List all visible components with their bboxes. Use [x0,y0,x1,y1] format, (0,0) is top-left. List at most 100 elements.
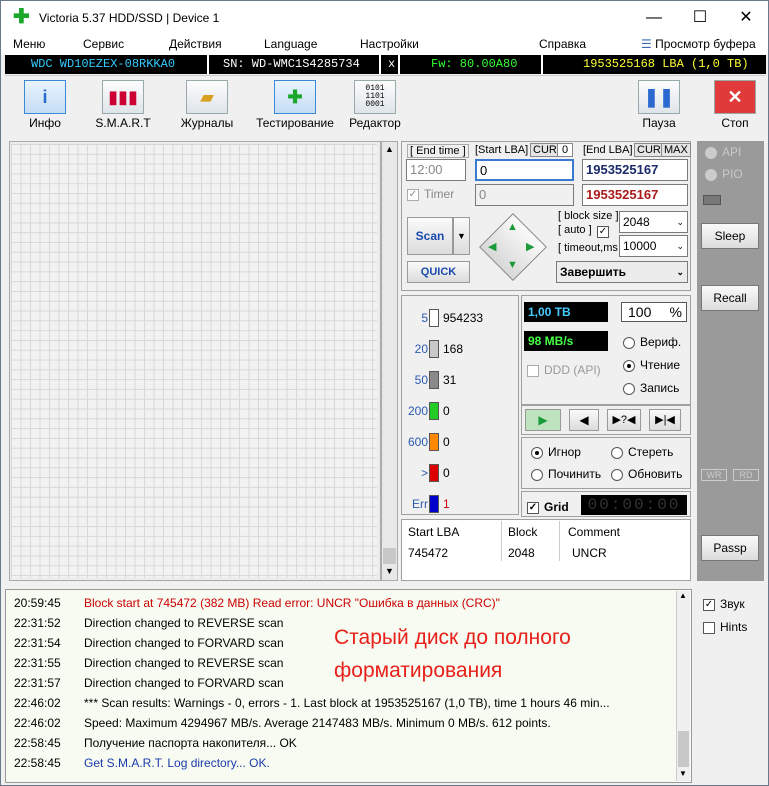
minimize-button[interactable]: — [631,1,677,35]
sleep-button[interactable]: Sleep [701,223,759,249]
start-lba-input[interactable]: 0 [475,159,574,181]
grid-scrollbar[interactable]: ▲ ▼ [381,141,398,581]
scroll-thumb[interactable] [383,548,396,564]
close-button[interactable]: ✕ [723,1,769,35]
scroll-down-icon[interactable]: ▼ [679,769,687,778]
column-divider [559,521,560,561]
direction-pad[interactable]: ▲ ▼ ◀ ▶ [479,213,547,281]
timer-checkbox[interactable]: ✓ [407,188,419,201]
info-tab[interactable]: i Инфо [5,80,85,134]
menu-item-help[interactable]: Справка [539,37,586,51]
log-time: 22:58:45 [14,756,61,770]
block-size-label: [ block size ] [558,210,619,222]
menu-item-menu[interactable]: Меню [13,37,45,51]
table-row-block[interactable]: 2048 [508,546,535,560]
arrow-down-icon[interactable]: ▼ [507,259,518,271]
auto-label: [ auto ] [558,224,592,236]
pio-radio[interactable]: PIO [705,167,743,181]
hints-toggle[interactable]: Hints [703,620,747,634]
log-scrollbar[interactable]: ▲ ▼ [676,591,690,781]
end-lba-label: [End LBA] [583,144,633,156]
read-radio[interactable]: Чтение [623,358,680,372]
timeout-select[interactable]: 10000 ⌄ [619,235,688,257]
ddd-api-toggle[interactable]: DDD (API) [527,363,601,377]
log-line: 22:58:45 Получение паспорта накопителя...… [14,733,297,753]
progress-value: 100 [628,304,652,320]
menu-item-language[interactable]: Language [264,37,317,51]
arrow-up-icon[interactable]: ▲ [507,221,518,233]
ignore-radio[interactable]: Игнор [531,445,581,459]
grid-toggle[interactable]: ✓ Grid [527,500,569,514]
verify-radio[interactable]: Вериф. [623,335,681,349]
smart-tab[interactable]: ▮▮▮ S.M.A.R.T [83,80,163,134]
start-cur-button[interactable]: CUR [530,143,560,157]
arrow-left-icon[interactable]: ◀ [488,240,496,253]
menu-item-service[interactable]: Сервис [83,37,124,51]
write-radio[interactable]: Запись [623,381,679,395]
refresh-radio[interactable]: Обновить [611,467,682,481]
buffer-view-button[interactable]: ☰ Просмотр буфера [641,37,756,51]
testing-tab-label: Тестирование [256,116,334,130]
goto-end-icon: ▶|◀ [655,414,675,426]
menu-item-settings[interactable]: Настройки [360,37,419,51]
reverse-button[interactable]: ◀ [569,409,599,431]
hints-checkbox[interactable] [703,621,715,634]
scan-button[interactable]: Scan [407,217,453,255]
table-row-lba[interactable]: 745472 [408,546,448,560]
log-time: 22:31:57 [14,676,61,690]
scroll-up-icon[interactable]: ▲ [385,144,394,154]
journals-tab[interactable]: ▰ Журналы [167,80,247,134]
editor-tab[interactable]: 0101 1101 0001 Редактор [335,80,415,134]
ignore-radio-dot [531,446,543,459]
divider [379,55,381,74]
log-message: Block start at 745472 (382 MB) Read erro… [84,596,500,610]
skip-button[interactable]: ▶?◀ [607,409,641,431]
firmware: Fw: 80.00A80 [431,57,518,71]
pause-button[interactable]: ❚❚ Пауза [619,80,699,134]
chevron-down-icon: ⌄ [676,217,684,227]
timer-toggle[interactable]: ✓ Timer [407,187,454,201]
testing-tab[interactable]: ✚ Тестирование [250,80,340,134]
list-icon: ☰ [641,37,652,51]
erase-radio[interactable]: Стереть [611,445,673,459]
end-lba-input[interactable]: 1953525167 [582,159,688,181]
scroll-up-icon[interactable]: ▲ [679,591,687,600]
table-row-comment[interactable]: UNCR [572,546,607,560]
finish-action-select[interactable]: Завершить ⌄ [556,261,688,283]
api-radio[interactable]: API [705,145,741,159]
maximize-button[interactable]: ☐ [677,1,723,35]
stop-button[interactable]: ✕ Стоп [695,80,769,134]
sound-toggle[interactable]: ✓ Звук [703,597,745,611]
passport-button[interactable]: Passp [701,535,759,561]
end-time-label: [ End time ] [407,144,469,158]
scroll-thumb[interactable] [678,731,689,767]
play-icon: ▶ [538,413,548,427]
timer-input[interactable]: 0 [475,184,574,206]
block-size-select[interactable]: 2048 ⌄ [619,211,688,233]
progress-percent: 100% [621,302,687,322]
recall-button[interactable]: Recall [701,285,759,311]
folder-icon: ▰ [186,80,228,114]
end-time-input[interactable]: 12:00 [406,159,466,181]
log-line: 22:31:52 Direction changed to REVERSE sca… [14,613,283,633]
sound-checkbox[interactable]: ✓ [703,598,715,611]
latency-row: 200 0 [404,402,516,422]
goto-end-button[interactable]: ▶|◀ [649,409,681,431]
scan-dropdown-icon[interactable]: ▼ [453,217,470,255]
auto-checkbox[interactable]: ✓ [597,224,614,238]
ddd-checkbox[interactable] [527,364,539,377]
repair-radio[interactable]: Починить [531,467,601,481]
scroll-down-icon[interactable]: ▼ [385,566,394,576]
log-message: Direction changed to REVERSE scan [84,616,284,630]
ddd-label: DDD (API) [544,363,601,377]
pause-icon: ❚❚ [638,80,680,114]
log-message: Speed: Maximum 4294967 MB/s. Average 214… [84,716,551,730]
serial-clear-button[interactable]: x [388,55,395,74]
play-button[interactable]: ▶ [525,409,561,431]
end-cur-button[interactable]: CUR [634,143,664,157]
quick-button[interactable]: QUICK [407,261,470,283]
arrow-right-icon[interactable]: ▶ [526,240,534,253]
end-max-button[interactable]: MAX [661,143,691,157]
grid-checkbox[interactable]: ✓ [527,501,539,514]
menu-item-actions[interactable]: Действия [169,37,222,51]
